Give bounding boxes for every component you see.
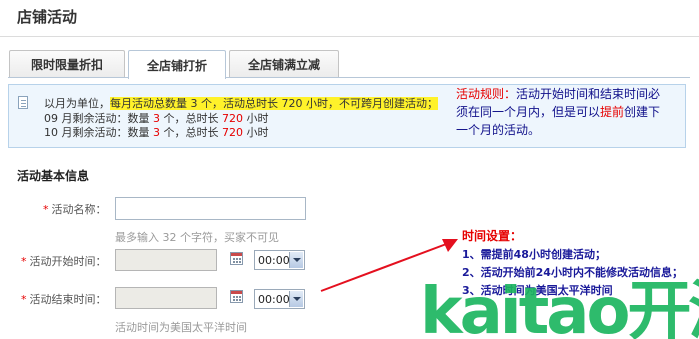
watermark-text: kaitao开淘 (420, 275, 699, 339)
tab-label: 全店铺打折 (146, 58, 207, 73)
kaitao-watermark-logo: kaitao开淘 (420, 275, 699, 339)
tab-store-discount[interactable]: 全店铺打折 (128, 50, 226, 79)
